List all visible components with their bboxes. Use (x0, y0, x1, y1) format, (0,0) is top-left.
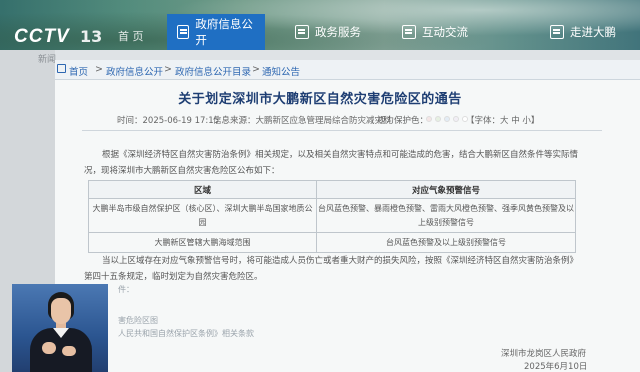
table-cell: 大鹏新区管辖大鹏海域范围 (88, 232, 317, 253)
tab-interaction[interactable]: 互动交流 (392, 14, 482, 50)
issue-date: 2025年6月10日 (524, 362, 588, 372)
tab-about-dapeng[interactable]: 走进大鹏 (540, 14, 635, 50)
closing-paragraph: 当以上区域存在对应气象预警信号时，将可能造成人员伤亡或者重大财产的损失风险，按照… (84, 256, 579, 282)
attachment-link[interactable]: 害危险区图 (118, 315, 158, 326)
document-icon (177, 25, 190, 39)
tab-label: 政府信息公开 (195, 17, 253, 47)
building-icon (550, 25, 564, 39)
color-swatch[interactable] (435, 116, 441, 122)
nav-home[interactable]: 首 页 (118, 28, 144, 44)
breadcrumb-gov-info[interactable]: 政府信息公开 (106, 64, 163, 78)
tab-government-services[interactable]: 政务服务 (285, 14, 375, 50)
breadcrumb-gov-info-catalog[interactable]: 政府信息公开目录 (175, 64, 251, 78)
issuer-signature: 深圳市龙岗区人民政府 (501, 349, 587, 359)
breadcrumb-separator: > (252, 64, 260, 75)
color-swatch[interactable] (444, 116, 450, 122)
font-size-selector[interactable]: 【字体：大 中 小】 (466, 114, 539, 126)
attachment-link[interactable]: 人民共和国自然保护区条例》相关条款 (118, 328, 254, 339)
intro-paragraph: 根据《深圳经济特区自然灾害防治条例》相关规定，以及相关自然灾害特点和可能造成的危… (84, 150, 579, 176)
tab-label: 走进大鹏 (570, 25, 616, 39)
attachment-label: 件： (118, 285, 134, 294)
page-title: 关于划定深圳市大鹏新区自然灾害危险区的通告 (178, 92, 462, 107)
tab-government-info[interactable]: 政府信息公开 (167, 14, 265, 50)
table-row: 大鹏新区管辖大鹏海域范围 台风蓝色预警及以上级别预警信号 (88, 232, 576, 253)
breadcrumb-separator: > (164, 64, 172, 75)
vision-color-picker (426, 116, 468, 122)
hazard-area-table: 区域 对应气象预警信号 大鹏半岛市级自然保护区（核心区）、深圳大鹏半岛国家地质公… (88, 180, 576, 253)
publish-time: 时间：2025-06-19 17:15 (117, 116, 220, 126)
info-source: 信息来源：大鹏新区应急管理局综合防灾减灾科 (213, 116, 392, 126)
chat-icon (402, 25, 416, 39)
table-cell: 台风蓝色预警、暴雨橙色预警、雷雨大风橙色预警、强季风黄色预警及以上级别预警信号 (316, 198, 576, 233)
breadcrumb-notices[interactable]: 通知公告 (262, 64, 300, 78)
site-header-banner: CCTV 13 首 页 政府信息公开 政务服务 互动交流 走进大鹏 (0, 0, 640, 50)
home-icon (57, 64, 66, 73)
table-cell: 大鹏半岛市级自然保护区（核心区）、深圳大鹏半岛国家地质公园 (88, 198, 317, 233)
table-header: 区域 (88, 180, 317, 199)
channel-number: 13 (80, 27, 103, 46)
vision-protect-label: 视力保护色： (377, 116, 429, 126)
divider (82, 130, 602, 131)
channel-logo: CCTV (14, 26, 70, 47)
table-cell: 台风蓝色预警及以上级别预警信号 (316, 232, 576, 253)
table-row: 大鹏半岛市级自然保护区（核心区）、深圳大鹏半岛国家地质公园 台风蓝色预警、暴雨橙… (88, 198, 576, 233)
left-faint-text: 新闻 (38, 55, 57, 65)
color-swatch[interactable] (426, 116, 432, 122)
services-icon (295, 25, 309, 39)
tab-label: 政务服务 (315, 25, 361, 39)
breadcrumb-home[interactable]: 首页 (69, 64, 88, 78)
table-header: 对应气象预警信号 (316, 180, 576, 199)
tab-label: 互动交流 (422, 25, 468, 39)
color-swatch[interactable] (453, 116, 459, 122)
sign-language-interpreter-video (12, 284, 108, 372)
breadcrumb-separator: > (95, 64, 103, 75)
